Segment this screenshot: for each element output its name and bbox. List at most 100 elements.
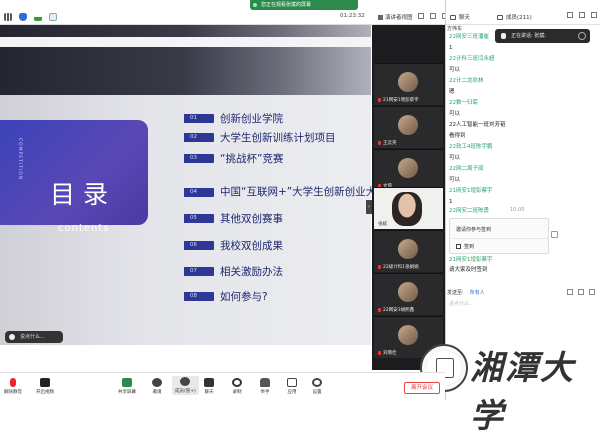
- chat-text: 可以: [449, 111, 461, 117]
- chat-top-person: 方伟东: [447, 26, 463, 32]
- avatar: [398, 72, 418, 92]
- toc-text: 创新创业学院: [220, 113, 283, 125]
- more-icon[interactable]: [589, 289, 595, 295]
- toc-text: 其他双创赛事: [220, 213, 283, 225]
- checkin-button[interactable]: 签到: [456, 243, 474, 250]
- video-tile[interactable]: 王云英: [374, 106, 443, 148]
- video-tile-name: 22网安3胡熙鑫: [378, 307, 414, 313]
- share-screen-button[interactable]: 共享屏幕: [118, 378, 136, 395]
- avatar: [398, 115, 418, 135]
- chat-text: 嗯: [449, 89, 455, 95]
- maximize-icon[interactable]: [579, 12, 585, 18]
- video-tile-name: 张斌: [378, 222, 387, 227]
- university-name-logo: 湘潭大学: [470, 348, 575, 435]
- mute-button[interactable]: 解除静音: [4, 378, 22, 395]
- quick-chat-placeholder: 说点什么...: [20, 334, 45, 340]
- hand-icon: [260, 378, 270, 387]
- grid-icon[interactable]: [4, 13, 12, 21]
- minimize-icon[interactable]: [430, 13, 436, 19]
- toc-text: “挑战杯”竞赛: [220, 153, 284, 165]
- chat-icon: [450, 14, 456, 20]
- video-tile[interactable]: 22级计科1张娟娟: [374, 230, 443, 272]
- tab-members[interactable]: 成员(211): [497, 13, 532, 21]
- gear-icon: [312, 378, 322, 387]
- toc-num: 07: [184, 267, 214, 276]
- toc-text: 如何参与?: [220, 291, 268, 303]
- video-tile[interactable]: 文茵: [374, 149, 443, 191]
- image-icon[interactable]: [567, 289, 573, 295]
- toc-num: 05: [184, 214, 214, 223]
- apps-button[interactable]: 应用: [287, 378, 297, 395]
- close-icon[interactable]: [591, 12, 597, 18]
- send-to-bar: 发送至: 所有人: [447, 289, 597, 296]
- panel-window-controls: [567, 12, 597, 18]
- chat-text: 可以: [449, 177, 461, 183]
- avatar: [398, 325, 418, 345]
- mic-muted-icon: [378, 351, 381, 355]
- competition-vertical-text: COMPETITION: [17, 138, 22, 181]
- chat-sender: 22网安三班潘崔: [449, 34, 489, 40]
- share-banner[interactable]: 您正在观看张斌的屏幕: [250, 0, 358, 10]
- video-gallery: 21网安1增彭蔡宇 王云英 文茵 张斌 22级计科1张娟娟 22网安3胡熙鑫 刘…: [372, 25, 445, 370]
- chat-icon: [204, 378, 214, 387]
- chat-sender: 22计二龙欢林: [449, 78, 484, 84]
- minimize-icon[interactable]: [567, 12, 573, 18]
- slide-dark-band: [0, 25, 371, 95]
- toc-num: 01: [184, 114, 214, 123]
- tab-chat[interactable]: 聊天: [450, 13, 470, 21]
- active-speaker-tile[interactable]: 张斌: [374, 187, 443, 229]
- chat-sender: 22数一归崭: [449, 100, 478, 106]
- raise-hand-button[interactable]: 举手: [260, 378, 270, 395]
- camera-off-icon: [40, 378, 50, 387]
- top-bar: 您正在观看张斌的屏幕 01:23:32 演讲者视图: [0, 0, 448, 25]
- checkin-card[interactable]: 邀请你参与签到 签到: [449, 218, 558, 254]
- toc-item-6: 06 我校双创成果: [184, 240, 283, 252]
- avatar: [398, 282, 418, 302]
- video-tile[interactable]: 21网安1增彭蔡宇: [374, 63, 443, 105]
- video-button[interactable]: 开启视频: [36, 378, 54, 395]
- record-icon: [232, 378, 242, 387]
- chat-sender: 22计科三班闫永超: [449, 56, 495, 62]
- shield-icon[interactable]: [19, 13, 27, 21]
- leave-meeting-button[interactable]: 离开会议: [404, 382, 440, 394]
- toc-text: 我校双创成果: [220, 240, 283, 252]
- file-icon[interactable]: [578, 289, 584, 295]
- video-tile[interactable]: 22网安3胡熙鑫: [374, 273, 443, 315]
- card-action-icon[interactable]: [551, 231, 558, 238]
- chat-sender: 22软工4班陈宇鹏: [449, 144, 493, 150]
- toc-num: 04: [184, 187, 214, 197]
- divider: [452, 238, 548, 239]
- chat-input[interactable]: 说点什么...: [449, 300, 595, 325]
- toc-num: 08: [184, 292, 214, 301]
- members-button[interactable]: 成员(管+): [172, 376, 199, 395]
- settings-button[interactable]: 设置: [312, 378, 322, 395]
- quick-chat-input[interactable]: 说点什么...: [5, 331, 63, 343]
- info-icon[interactable]: [49, 13, 57, 21]
- chat-text: 请大家及时签到: [449, 267, 488, 273]
- mic-muted-icon: [10, 378, 16, 387]
- meeting-toolbar: 解除静音 开启视频 共享屏幕 邀请 成员(管+) 聊天 录制 举手 应用 设置: [0, 372, 445, 400]
- toc-num: 03: [184, 154, 214, 163]
- panel-tabs: 聊天 成员(211): [450, 13, 532, 21]
- top-icons: [4, 13, 57, 21]
- slide-white-strip: [0, 37, 371, 47]
- layout-button[interactable]: 演讲者视图: [378, 12, 414, 22]
- share-screen-icon: [122, 378, 132, 387]
- avatar: [398, 239, 418, 259]
- contents-box: COMPETITION 目录 contents: [0, 120, 148, 234]
- signal-icon[interactable]: [34, 13, 42, 21]
- invite-button[interactable]: 邀请: [152, 378, 162, 395]
- mic-muted-icon: [378, 265, 381, 269]
- record-button[interactable]: 录制: [232, 378, 242, 395]
- fullscreen-icon[interactable]: [418, 13, 424, 19]
- video-tile-name: 王云英: [378, 140, 397, 146]
- chat-messages[interactable]: 22网安三班潘崔 1 22计科三班闫永超 可以 22计二龙欢林 嗯 22数一归崭…: [449, 34, 589, 210]
- speaker-video: [392, 192, 422, 226]
- contents-title: 目录: [50, 180, 117, 209]
- toc-num: 06: [184, 241, 214, 250]
- window-controls: [418, 13, 448, 19]
- mic-muted-icon: [378, 98, 381, 102]
- chat-button[interactable]: 聊天: [204, 378, 214, 395]
- toc-item-1: 01 创新创业学院: [184, 113, 283, 125]
- video-tile-name: 21网安1增彭蔡宇: [378, 97, 419, 103]
